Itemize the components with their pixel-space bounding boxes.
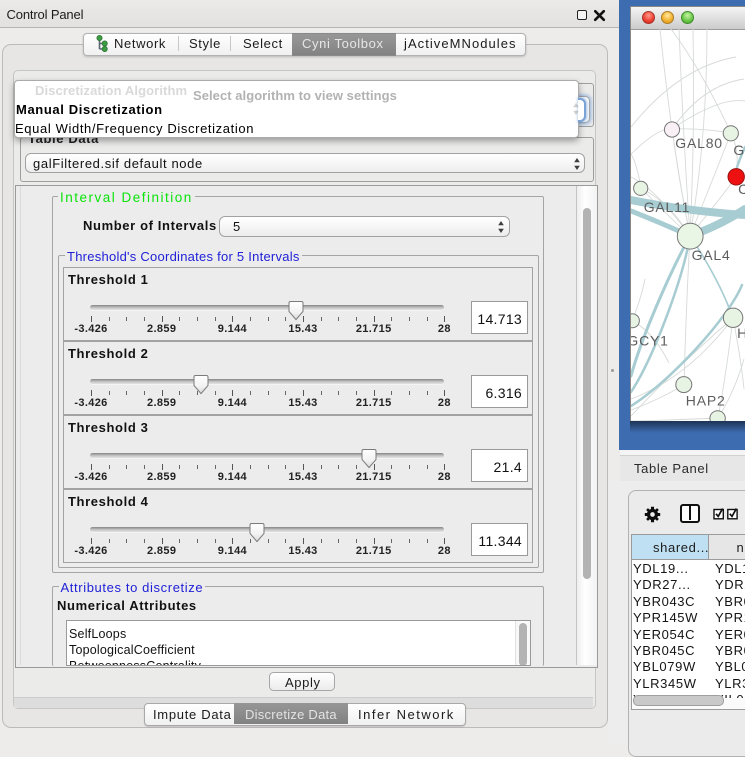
svg-text:H: H bbox=[737, 325, 745, 341]
svg-text:GAL11: GAL11 bbox=[644, 199, 691, 215]
svg-text:HAP2: HAP2 bbox=[686, 392, 726, 408]
svg-text:GCY1: GCY1 bbox=[631, 333, 669, 349]
svg-text:CY: CY bbox=[738, 181, 745, 197]
svg-text:GAL80: GAL80 bbox=[675, 135, 723, 151]
svg-text:GA: GA bbox=[733, 142, 745, 158]
svg-text:GAL4: GAL4 bbox=[692, 247, 731, 263]
